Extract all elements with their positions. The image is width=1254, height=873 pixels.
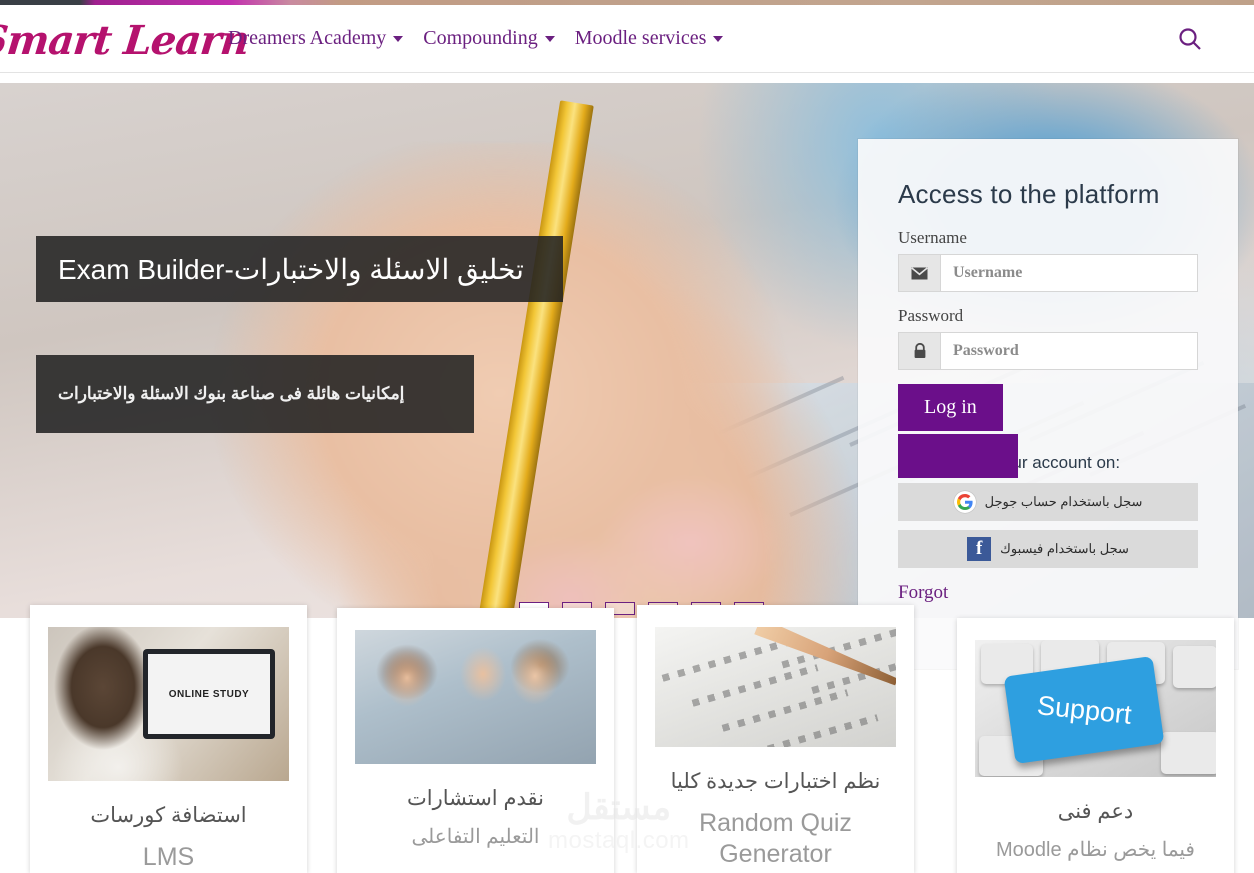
card-subtitle: Random Quiz Generator xyxy=(699,809,852,869)
card-title: نقدم استشارات xyxy=(407,787,544,810)
chevron-down-icon xyxy=(544,35,555,42)
nav-label: Compounding xyxy=(423,27,538,49)
online-study-photo: ONLINE STUDY xyxy=(48,627,289,781)
feature-card[interactable]: نظم اختبارات جديدة كليا Random Quiz Gene… xyxy=(637,605,914,873)
username-input-group[interactable] xyxy=(898,254,1198,292)
username-label: Username xyxy=(898,228,967,247)
nav-item-moodle-services[interactable]: Moodle services xyxy=(565,27,734,50)
chevron-down-icon xyxy=(393,35,404,42)
password-label: Password xyxy=(898,306,964,325)
forgot-password-link[interactable]: Forgot xyxy=(898,582,1198,604)
login-button[interactable]: Log in xyxy=(898,384,1003,431)
facebook-login-button[interactable]: سجل باستخدام فيسبوك f xyxy=(898,530,1198,568)
password-input[interactable] xyxy=(941,333,1197,369)
username-input[interactable] xyxy=(941,255,1197,291)
search-icon[interactable] xyxy=(1176,25,1206,55)
card-title: دعم فنى xyxy=(1057,800,1134,823)
students-group-photo xyxy=(355,630,596,764)
support-key-label: Support xyxy=(1035,689,1133,730)
feature-card[interactable]: نقدم استشارات التعليم التفاعلى xyxy=(337,608,614,873)
site-header: Smart Learn Dreamers Academy Compounding… xyxy=(0,5,1254,73)
facebook-login-label: سجل باستخدام فيسبوك xyxy=(1000,541,1129,556)
facebook-icon: f xyxy=(967,537,992,561)
login-panel: Access to the platform Username Password… xyxy=(858,139,1238,669)
nav-item-dreamers-academy[interactable]: Dreamers Academy xyxy=(218,27,413,50)
card-subtitle: LMS xyxy=(142,843,195,871)
laptop-screen-caption: ONLINE STUDY xyxy=(148,654,270,734)
feature-card[interactable]: Support دعم فنى فيما يخص نظام Moodle xyxy=(957,618,1234,873)
main-navigation: Dreamers Academy Compounding Moodle serv… xyxy=(218,27,733,50)
hero-headline-primary: تخليق الاسئلة والاختبارات-Exam Builder xyxy=(36,236,563,302)
brand-logo[interactable]: Smart Learn xyxy=(0,11,251,69)
card-subtitle: التعليم التفاعلى xyxy=(411,826,540,848)
secondary-purple-button[interactable] xyxy=(898,434,1018,478)
answer-sheet-photo xyxy=(655,627,896,747)
nav-item-compounding[interactable]: Compounding xyxy=(413,27,564,50)
support-key-photo: Support xyxy=(975,640,1216,777)
google-login-button[interactable]: سجل باستخدام حساب جوجل xyxy=(898,483,1198,521)
password-input-group[interactable] xyxy=(898,332,1198,370)
hero-headline-secondary: إمكانيات هائلة فى صناعة بنوك الاسئلة وال… xyxy=(36,355,474,433)
login-title: Access to the platform xyxy=(898,179,1160,209)
nav-label: Moodle services xyxy=(574,27,707,49)
chevron-down-icon xyxy=(713,35,724,42)
card-title: نظم اختبارات جديدة كليا xyxy=(670,770,881,793)
lock-icon xyxy=(899,333,941,369)
laptop-graphic: ONLINE STUDY xyxy=(143,649,275,739)
feature-card[interactable]: ONLINE STUDY استضافة كورسات LMS xyxy=(30,605,307,873)
google-icon xyxy=(953,491,976,513)
card-subtitle: فيما يخص نظام Moodle xyxy=(996,839,1195,861)
google-login-label: سجل باستخدام حساب جوجل xyxy=(984,494,1143,509)
nav-label: Dreamers Academy xyxy=(228,27,387,49)
envelope-icon xyxy=(899,255,941,291)
card-title: استضافة كورسات xyxy=(90,804,247,827)
